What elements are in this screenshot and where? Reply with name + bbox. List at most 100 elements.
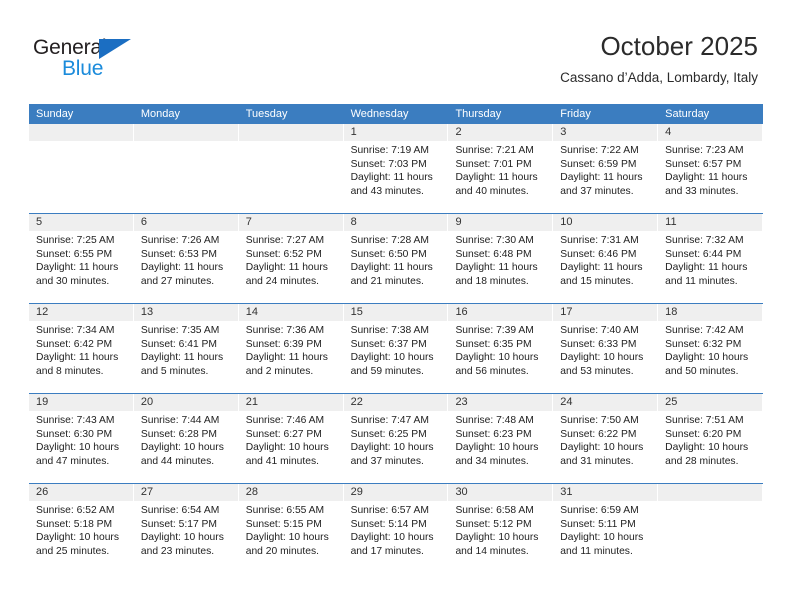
calendar-day-cell[interactable]: 3 Sunrise: 7:22 AM Sunset: 6:59 PM Daylight… <box>553 124 659 213</box>
calendar-day-cell[interactable]: 2 Sunrise: 7:21 AM Sunset: 7:01 PM Daylight… <box>448 124 554 213</box>
calendar-day-cell[interactable]: 17 Sunrise: 7:40 AM Sunset: 6:33 PM Dayligh… <box>553 304 659 393</box>
calendar-day-cell[interactable]: 19 Sunrise: 7:43 AM Sunset: 6:30 PM Dayligh… <box>29 394 134 483</box>
sunset-time: Sunset: 6:20 PM <box>665 428 742 440</box>
day-number: 12 <box>29 304 133 321</box>
calendar-day-cell[interactable]: 5 Sunrise: 7:25 AM Sunset: 6:55 PM Daylight… <box>29 214 134 303</box>
day-number: 9 <box>448 214 553 231</box>
calendar-day-cell-empty <box>133 124 239 213</box>
day-number: 26 <box>29 484 133 501</box>
daylight-duration-line2: and 23 minutes. <box>140 545 215 557</box>
daylight-duration-line2: and 2 minutes. <box>245 365 314 377</box>
daylight-duration-line1: Daylight: 11 hours <box>665 172 748 184</box>
calendar-day-cell[interactable]: 12 Sunrise: 7:34 AM Sunset: 6:42 PM Dayligh… <box>29 304 134 393</box>
calendar-day-cell-empty <box>238 124 344 213</box>
daylight-duration-line2: and 41 minutes. <box>245 455 319 467</box>
logo-text-blue: Blue <box>62 57 104 80</box>
day-details: Sunrise: 7:26 AM Sunset: 6:53 PM Daylight:… <box>134 231 238 288</box>
page-subtitle: Cassano d’Adda, Lombardy, Italy <box>560 70 758 85</box>
daylight-duration-line1: Daylight: 10 hours <box>665 352 749 364</box>
calendar-week-row: 26 Sunrise: 6:52 AM Sunset: 5:18 PM Dayligh… <box>29 483 764 573</box>
day-number: 10 <box>553 214 658 231</box>
daylight-duration-line2: and 17 minutes. <box>350 545 424 557</box>
calendar-day-cell[interactable]: 30 Sunrise: 6:58 AM Sunset: 5:12 PM Dayligh… <box>448 484 554 573</box>
calendar-day-cell[interactable]: 28 Sunrise: 6:55 AM Sunset: 5:15 PM Dayligh… <box>238 484 344 573</box>
daylight-duration-line2: and 18 minutes. <box>455 275 529 287</box>
day-details: Sunrise: 7:35 AM Sunset: 6:41 PM Daylight:… <box>134 321 238 378</box>
sunrise-time: Sunrise: 7:26 AM <box>140 235 220 246</box>
sunrise-time: Sunrise: 7:34 AM <box>36 325 115 336</box>
daylight-duration-line1: Daylight: 10 hours <box>560 442 644 454</box>
daylight-duration-line2: and 28 minutes. <box>665 455 739 467</box>
calendar-day-cell[interactable]: 25 Sunrise: 7:51 AM Sunset: 6:20 PM Dayligh… <box>658 394 764 483</box>
sunset-time: Sunset: 6:53 PM <box>140 248 217 260</box>
calendar-day-cell[interactable]: 4 Sunrise: 7:23 AM Sunset: 6:57 PM Daylight… <box>658 124 764 213</box>
day-details: Sunrise: 7:30 AM Sunset: 6:48 PM Daylight:… <box>448 231 552 288</box>
calendar-day-cell[interactable]: 29 Sunrise: 6:57 AM Sunset: 5:14 PM Dayligh… <box>343 484 449 573</box>
calendar-day-cell[interactable]: 7 Sunrise: 7:27 AM Sunset: 6:52 PM Daylight… <box>238 214 344 303</box>
sunrise-time: Sunrise: 7:19 AM <box>350 145 429 156</box>
daylight-duration-line2: and 5 minutes. <box>140 365 209 377</box>
sunset-time: Sunset: 6:25 PM <box>350 428 427 440</box>
calendar-day-cell[interactable]: 6 Sunrise: 7:26 AM Sunset: 6:53 PM Daylight… <box>133 214 239 303</box>
daylight-duration-line1: Daylight: 10 hours <box>245 442 329 454</box>
daylight-duration-line1: Daylight: 10 hours <box>350 532 434 544</box>
day-details: Sunrise: 7:38 AM Sunset: 6:37 PM Daylight:… <box>344 321 448 378</box>
calendar-day-cell[interactable]: 13 Sunrise: 7:35 AM Sunset: 6:41 PM Dayligh… <box>133 304 239 393</box>
day-details: Sunrise: 7:44 AM Sunset: 6:28 PM Daylight:… <box>134 411 238 468</box>
day-details: Sunrise: 7:22 AM Sunset: 6:59 PM Daylight:… <box>553 141 657 198</box>
sunrise-time: Sunrise: 7:32 AM <box>665 235 744 246</box>
day-number: 4 <box>658 124 763 141</box>
calendar-day-cell[interactable]: 18 Sunrise: 7:42 AM Sunset: 6:32 PM Dayligh… <box>658 304 764 393</box>
sunrise-time: Sunrise: 7:38 AM <box>350 325 429 336</box>
sunset-time: Sunset: 6:48 PM <box>455 248 532 260</box>
daylight-duration-line2: and 50 minutes. <box>665 365 739 377</box>
calendar-day-cell[interactable]: 21 Sunrise: 7:46 AM Sunset: 6:27 PM Dayligh… <box>238 394 344 483</box>
calendar-day-cell[interactable]: 27 Sunrise: 6:54 AM Sunset: 5:17 PM Dayligh… <box>133 484 239 573</box>
calendar-day-cell[interactable]: 10 Sunrise: 7:31 AM Sunset: 6:46 PM Dayligh… <box>553 214 659 303</box>
daylight-duration-line1: Daylight: 10 hours <box>36 442 119 454</box>
day-number: 7 <box>238 214 343 231</box>
calendar-day-cell[interactable]: 9 Sunrise: 7:30 AM Sunset: 6:48 PM Daylight… <box>448 214 554 303</box>
sunset-time: Sunset: 5:14 PM <box>350 518 427 530</box>
calendar-day-cell[interactable]: 1 Sunrise: 7:19 AM Sunset: 7:03 PM Daylight… <box>343 124 449 213</box>
calendar-day-cell[interactable]: 20 Sunrise: 7:44 AM Sunset: 6:28 PM Dayligh… <box>133 394 239 483</box>
calendar-day-cell[interactable]: 26 Sunrise: 6:52 AM Sunset: 5:18 PM Dayligh… <box>29 484 134 573</box>
general-blue-logo[interactable]: General Blue <box>33 36 153 82</box>
daylight-duration-line2: and 27 minutes. <box>140 275 215 287</box>
day-number: 8 <box>343 214 448 231</box>
calendar-day-cell[interactable]: 16 Sunrise: 7:39 AM Sunset: 6:35 PM Dayligh… <box>448 304 554 393</box>
calendar-day-cell[interactable]: 31 Sunrise: 6:59 AM Sunset: 5:11 PM Dayligh… <box>553 484 659 573</box>
day-details: Sunrise: 7:43 AM Sunset: 6:30 PM Daylight:… <box>29 411 133 468</box>
daylight-duration-line2: and 14 minutes. <box>455 545 529 557</box>
day-number: 3 <box>553 124 658 141</box>
day-number: 28 <box>238 484 343 501</box>
title-block: October 2025 Cassano d’Adda, Lombardy, I… <box>560 30 758 88</box>
calendar-day-cell[interactable]: 11 Sunrise: 7:32 AM Sunset: 6:44 PM Dayligh… <box>658 214 764 303</box>
day-number: 21 <box>238 394 343 411</box>
day-details: Sunrise: 7:28 AM Sunset: 6:50 PM Daylight:… <box>344 231 448 288</box>
daylight-duration-line1: Daylight: 11 hours <box>455 172 538 184</box>
daylight-duration-line2: and 11 minutes. <box>665 275 738 287</box>
calendar-day-cell[interactable]: 24 Sunrise: 7:50 AM Sunset: 6:22 PM Dayligh… <box>553 394 659 483</box>
daylight-duration-line1: Daylight: 11 hours <box>140 352 224 364</box>
day-number: 6 <box>133 214 238 231</box>
sunset-time: Sunset: 6:57 PM <box>665 158 742 170</box>
calendar-day-cell[interactable]: 15 Sunrise: 7:38 AM Sunset: 6:37 PM Dayligh… <box>343 304 449 393</box>
calendar-day-cell[interactable]: 14 Sunrise: 7:36 AM Sunset: 6:39 PM Dayligh… <box>238 304 344 393</box>
calendar-day-cell[interactable]: 23 Sunrise: 7:48 AM Sunset: 6:23 PM Dayligh… <box>448 394 554 483</box>
daylight-duration-line1: Daylight: 10 hours <box>350 442 434 454</box>
day-details: Sunrise: 7:42 AM Sunset: 6:32 PM Daylight:… <box>658 321 762 378</box>
sunrise-time: Sunrise: 7:21 AM <box>455 145 534 156</box>
day-details: Sunrise: 7:51 AM Sunset: 6:20 PM Daylight:… <box>658 411 762 468</box>
sunset-time: Sunset: 5:11 PM <box>560 518 636 530</box>
sunset-time: Sunset: 5:15 PM <box>245 518 322 530</box>
sunset-time: Sunset: 6:41 PM <box>140 338 217 350</box>
calendar-day-cell[interactable]: 8 Sunrise: 7:28 AM Sunset: 6:50 PM Daylight… <box>343 214 449 303</box>
sunrise-time: Sunrise: 7:30 AM <box>455 235 534 246</box>
calendar-day-cell[interactable]: 22 Sunrise: 7:47 AM Sunset: 6:25 PM Dayligh… <box>343 394 449 483</box>
sunset-time: Sunset: 6:55 PM <box>36 248 113 260</box>
daylight-duration-line1: Daylight: 11 hours <box>36 352 119 364</box>
daylight-duration-line1: Daylight: 10 hours <box>665 442 749 454</box>
day-number <box>133 124 238 141</box>
sunrise-time: Sunrise: 7:35 AM <box>140 325 220 336</box>
